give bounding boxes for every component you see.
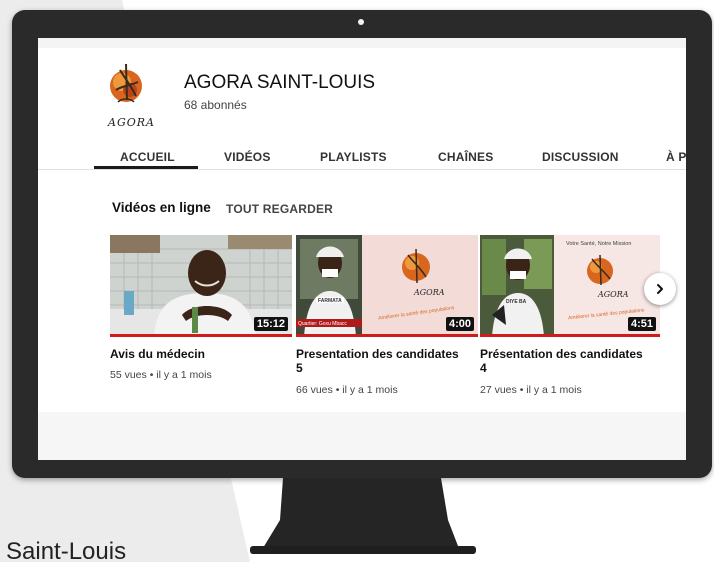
subscriber-count: 68 abonnés (184, 98, 247, 112)
video-title-line: 4 (480, 361, 487, 375)
video-title-line: 5 (296, 361, 303, 375)
see-all-button[interactable]: TOUT REGARDER (226, 202, 333, 216)
video-duration: 4:00 (445, 317, 474, 331)
tab-chaines[interactable]: CHAÎNES (438, 150, 493, 164)
tab-accueil[interactable]: ACCUEIL (120, 150, 175, 164)
tab-a-propos[interactable]: À P (666, 150, 686, 164)
monitor-frame: AGORA AGORA SAINT-LOUIS 68 abonnés ACCUE… (12, 10, 712, 478)
video-meta: 55 vues • il y a 1 mois (110, 369, 212, 381)
tab-playlists[interactable]: PLAYLISTS (320, 150, 387, 164)
video-meta: 27 vues • il y a 1 mois (480, 384, 582, 396)
video-meta: 66 vues • il y a 1 mois (296, 384, 398, 396)
video-title[interactable]: Présentation des candidates 4 (480, 347, 643, 375)
browser-screen: AGORA AGORA SAINT-LOUIS 68 abonnés ACCUE… (38, 38, 686, 460)
banner-wordmark: AGORA (597, 290, 629, 299)
video-thumbnail[interactable]: 15:12 (110, 235, 292, 337)
banner-wordmark: AGORA (413, 288, 445, 297)
video-duration: 4:51 (627, 317, 656, 331)
overlay-label: DIYE BA (506, 299, 527, 305)
video-title[interactable]: Presentation des candidates 5 (296, 347, 459, 375)
section-title: Vidéos en ligne (112, 200, 211, 215)
video-thumbnail[interactable]: FARMATA Quartier: Goxu Mbacc AGORA Améli… (296, 235, 478, 337)
chevron-right-icon (657, 284, 663, 294)
watch-progress-bar (480, 334, 660, 337)
bottom-band (38, 412, 686, 460)
tab-videos[interactable]: VIDÉOS (224, 150, 271, 164)
video-duration: 15:12 (253, 317, 288, 331)
banner-tagline: Votre Santé, Notre Mission (566, 241, 631, 247)
overlay-caption: Quartier: Goxu Mbacc (298, 321, 347, 327)
tab-discussion[interactable]: DISCUSSION (542, 150, 619, 164)
video-title-line: Presentation des candidates (296, 347, 459, 361)
logo-wordmark: AGORA (108, 116, 155, 129)
video-title-line: Avis du médecin (110, 347, 205, 361)
channel-name[interactable]: AGORA SAINT-LOUIS (184, 72, 375, 94)
video-thumbnail[interactable]: DIYE BA Votre Santé, Notre Mission AGORA… (480, 235, 660, 337)
watch-progress-bar (110, 334, 292, 337)
camera-dot (358, 19, 364, 25)
video-title-line: Présentation des candidates (480, 347, 643, 361)
agora-logo-icon (110, 63, 142, 103)
top-strip (38, 38, 686, 48)
tabs-divider (38, 169, 686, 170)
carousel-next-button[interactable] (644, 273, 676, 305)
overlay-label: FARMATA (318, 298, 342, 304)
video-title[interactable]: Avis du médecin (110, 347, 205, 361)
channel-avatar[interactable] (96, 60, 156, 120)
watch-progress-bar (296, 334, 478, 337)
